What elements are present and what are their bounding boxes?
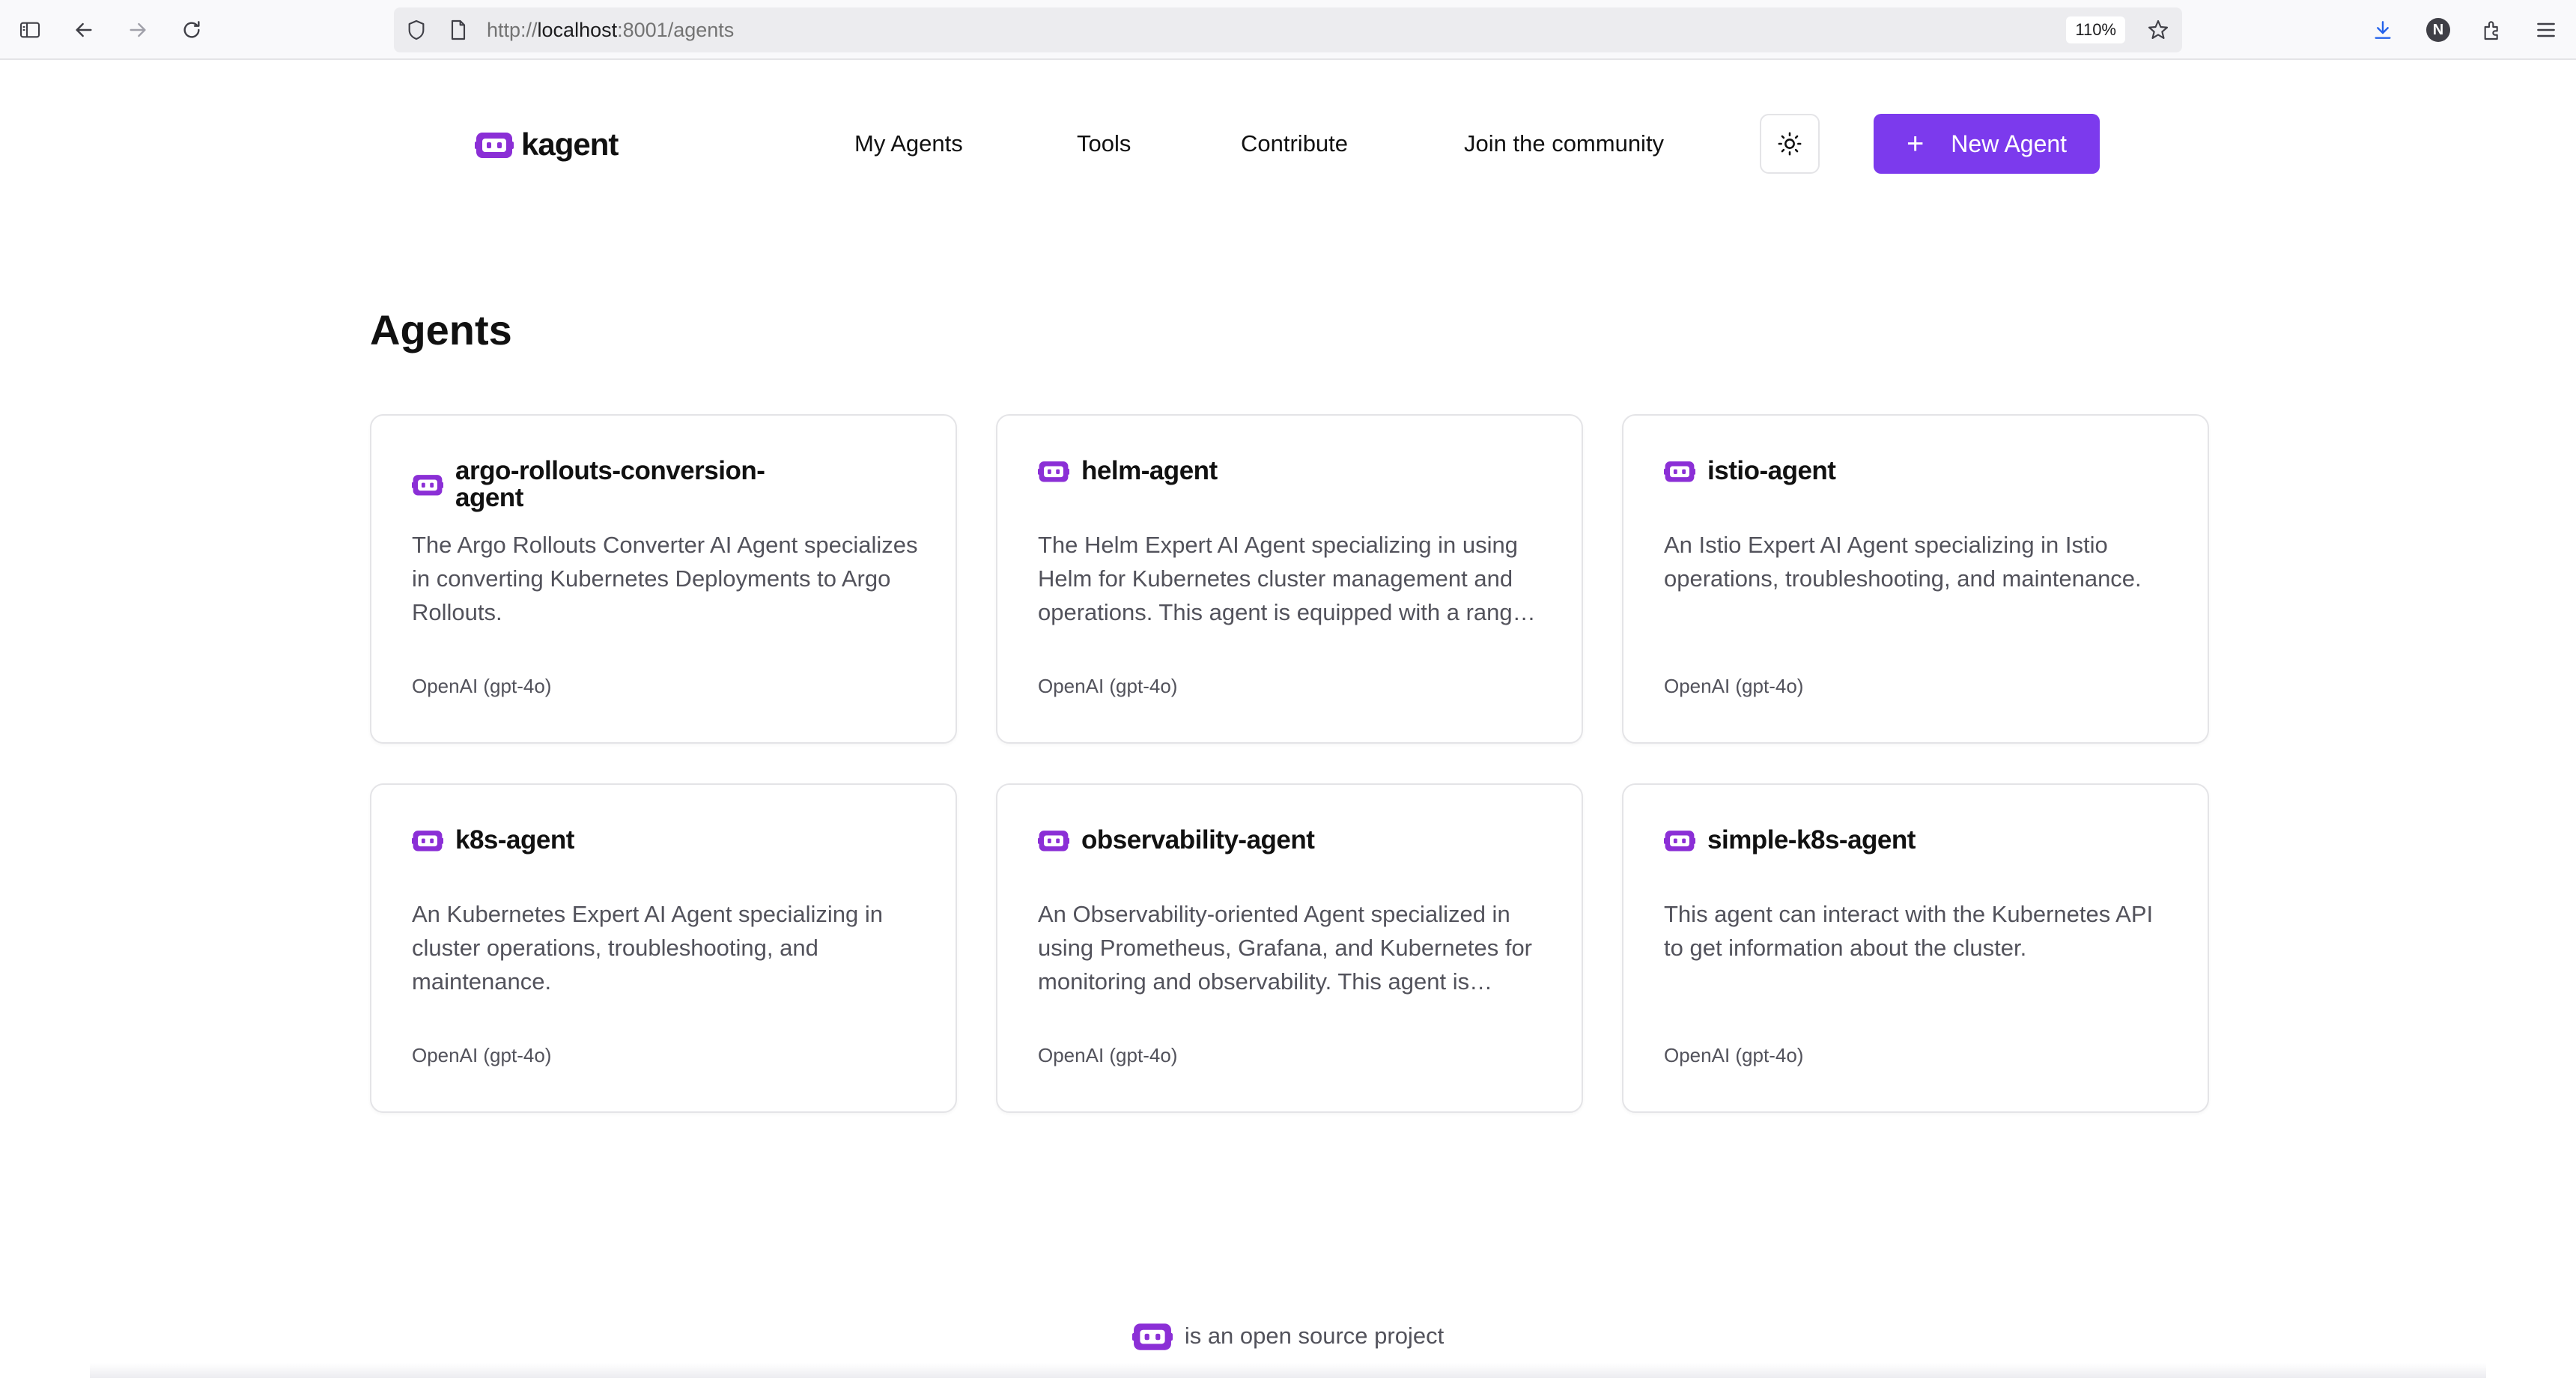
sidebar-toggle-button[interactable] [15,15,45,45]
page-title: Agents [370,306,512,353]
bookmark-button[interactable] [2143,15,2173,45]
download-icon [2375,21,2391,39]
back-arrow-icon [76,22,92,37]
agent-model: OpenAI (gpt-4o) [412,675,552,697]
theme-toggle-button[interactable] [1760,114,1820,174]
robot-icon [1664,458,1695,484]
agent-name: helm-agent [1081,456,1218,485]
forward-arrow-icon [130,22,146,37]
agent-name: simple-k8s-agent [1707,825,1916,855]
new-agent-label: New Agent [1951,130,2068,157]
agent-model: OpenAI (gpt-4o) [1664,675,1804,697]
robot-icon [412,828,443,853]
agent-description: The Helm Expert AI Agent specializing in… [1038,532,1525,625]
sidebar-icon [19,22,40,38]
agent-name: istio-agent [1707,456,1836,485]
url-text[interactable]: http://localhost:8001/agents [487,7,734,52]
agent-description: An Kubernetes Expert AI Agent specializi… [412,901,884,995]
url-path: :8001/agents [617,19,735,41]
url-host: localhost [537,19,618,41]
nav-tools[interactable]: Tools [1077,127,1131,160]
plus-icon: + [1906,127,1925,160]
nav-my-agents[interactable]: My Agents [854,127,963,160]
agent-card-header: k8s-agent [412,827,876,854]
robot-icon [412,472,443,497]
agent-card[interactable]: istio-agent An Istio Expert AI Agent spe… [1622,414,2209,744]
agent-card[interactable]: helm-agent The Helm Expert AI Agent spec… [996,414,1583,744]
back-button[interactable] [69,15,99,45]
agent-card[interactable]: argo-rollouts-conversion-agent The Argo … [370,414,957,744]
robot-icon [1131,1323,1173,1350]
sun-icon [1778,132,1802,156]
agent-description: The Argo Rollouts Converter AI Agent spe… [412,532,918,625]
shield-icon [408,19,425,40]
agent-model: OpenAI (gpt-4o) [1038,1044,1178,1066]
url-prefix: http:// [487,19,538,41]
agent-card[interactable]: k8s-agent An Kubernetes Expert AI Agent … [370,783,957,1113]
agent-card-header: simple-k8s-agent [1664,827,2128,854]
star-icon [2148,19,2169,40]
address-bar[interactable]: http://localhost:8001/agents 110% [394,7,2182,52]
agent-model: OpenAI (gpt-4o) [412,1044,552,1066]
robot-icon [475,133,514,158]
agent-model: OpenAI (gpt-4o) [1664,1044,1804,1066]
page-info-button[interactable] [443,15,473,45]
agent-description: This agent can interact with the Kuberne… [1664,901,2154,961]
site-info-button[interactable] [401,15,431,45]
forward-button[interactable] [123,15,153,45]
agent-model: OpenAI (gpt-4o) [1038,675,1178,697]
reload-icon [183,21,200,38]
extensions-button[interactable] [2477,15,2507,45]
new-agent-button[interactable]: + New Agent [1874,114,2100,174]
agent-name: observability-agent [1081,825,1315,855]
browser-toolbar: http://localhost:8001/agents 110% N [0,0,2576,60]
agent-card[interactable]: simple-k8s-agent This agent can interact… [1622,783,2209,1113]
page-icon [451,19,466,40]
site-footer: is an open source project [0,1315,2576,1357]
reload-button[interactable] [177,15,207,45]
robot-icon [1038,828,1069,853]
site-logo[interactable]: kagent [475,124,619,165]
app-menu-button[interactable] [2531,15,2561,45]
robot-icon [1038,458,1069,484]
agent-card-header: helm-agent [1038,458,1502,485]
agent-description: An Istio Expert AI Agent specializing in… [1664,532,2142,592]
agent-card-header: istio-agent [1664,458,2128,485]
nav-contribute[interactable]: Contribute [1241,127,1348,160]
agent-card-header: argo-rollouts-conversion-agent [412,458,876,512]
zoom-level-badge[interactable]: 110% [2066,16,2125,43]
footer-divider [90,1363,2486,1378]
agent-name: k8s-agent [455,825,574,855]
menu-icon [2537,22,2555,37]
footer-text: is an open source project [1184,1323,1445,1349]
agent-description: An Observability-oriented Agent speciali… [1038,901,1533,995]
agent-name: argo-rollouts-conversion-agent [455,456,765,512]
extensions-icon [2484,21,2498,40]
downloads-button[interactable] [2368,15,2398,45]
logo-text: kagent [521,127,619,162]
robot-icon [1664,828,1695,853]
agent-card[interactable]: observability-agent An Observability-ori… [996,783,1583,1113]
agent-card-header: observability-agent [1038,827,1502,854]
nav-join-community[interactable]: Join the community [1464,127,1664,160]
profile-avatar[interactable]: N [2426,18,2450,42]
